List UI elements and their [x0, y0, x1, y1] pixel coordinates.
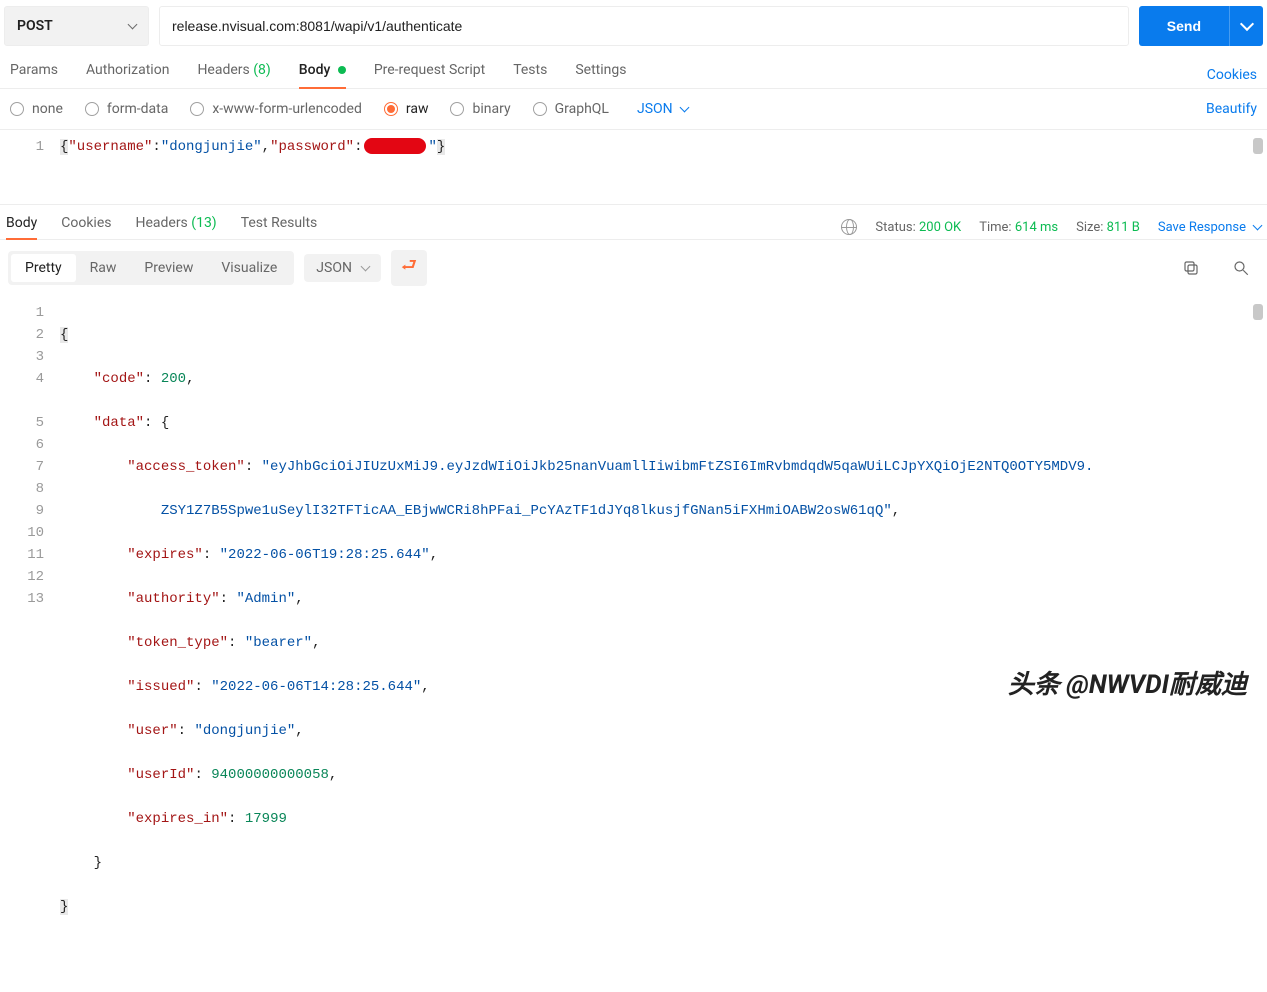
resp-tab-headers-label: Headers [135, 215, 187, 231]
chevron-down-icon [1239, 17, 1253, 31]
headers-count: (8) [253, 62, 271, 78]
chevron-down-icon [361, 262, 371, 272]
http-method-value: POST [17, 18, 53, 34]
cookies-link[interactable]: Cookies [1207, 67, 1257, 83]
tab-settings[interactable]: Settings [575, 62, 626, 88]
radio-form-data[interactable]: form-data [85, 101, 168, 117]
viewmode-preview[interactable]: Preview [130, 254, 207, 282]
status-label: Status: 200 OK [875, 220, 961, 235]
globe-icon[interactable] [841, 219, 857, 235]
scrollbar-indicator[interactable] [1253, 138, 1263, 154]
response-tabs: Body Cookies Headers (13) Test Results [6, 215, 317, 239]
response-tabs-row: Body Cookies Headers (13) Test Results S… [0, 205, 1267, 240]
time-value: 614 ms [1015, 220, 1058, 235]
copy-button[interactable] [1173, 250, 1209, 286]
response-format-select[interactable]: JSON [304, 254, 381, 282]
radio-icon [450, 102, 464, 116]
request-url-input[interactable] [159, 6, 1129, 46]
resp-tab-body[interactable]: Body [6, 215, 37, 239]
response-body-editor[interactable]: 12345678910111213 { "code": 200, "data":… [0, 296, 1267, 992]
response-gutter: 12345678910111213 [0, 302, 60, 962]
viewmode-pretty[interactable]: Pretty [11, 254, 76, 282]
request-bar: POST Send [0, 0, 1267, 52]
response-view-controls: Pretty Raw Preview Visualize JSON ⮐ [0, 240, 1267, 296]
resp-headers-count: (13) [191, 215, 216, 231]
radio-icon [190, 102, 204, 116]
size-label: Size: 811 B [1076, 220, 1140, 235]
chevron-down-icon [128, 20, 138, 30]
radio-icon [10, 102, 24, 116]
time-label: Time: 614 ms [979, 220, 1058, 235]
radio-graphql[interactable]: GraphQL [533, 101, 609, 117]
search-icon [1232, 259, 1250, 277]
line-number: 1 [0, 136, 44, 158]
tab-body-label: Body [299, 62, 331, 78]
resp-tab-headers[interactable]: Headers (13) [135, 215, 216, 239]
search-button[interactable] [1223, 250, 1259, 286]
save-response-button[interactable]: Save Response [1158, 220, 1261, 235]
redacted-password [364, 138, 426, 154]
request-body-editor[interactable]: 1 {"username":"dongjunjie","password":"} [0, 130, 1267, 205]
resp-tab-test-results[interactable]: Test Results [241, 215, 318, 239]
radio-urlencoded[interactable]: x-www-form-urlencoded [190, 101, 362, 117]
request-tabs: Params Authorization Headers (8) Body Pr… [10, 62, 626, 88]
send-more-button[interactable] [1229, 6, 1263, 46]
view-mode-group: Pretty Raw Preview Visualize [8, 251, 294, 285]
radio-binary[interactable]: binary [450, 101, 510, 117]
copy-icon [1182, 259, 1200, 277]
http-method-select[interactable]: POST [4, 6, 149, 46]
tab-tests[interactable]: Tests [513, 62, 547, 88]
body-format-select[interactable]: JSON [637, 101, 688, 117]
request-tabs-row: Params Authorization Headers (8) Body Pr… [0, 52, 1267, 89]
wrap-icon: ⮐ [401, 253, 417, 283]
body-type-row: none form-data x-www-form-urlencoded raw… [0, 89, 1267, 130]
status-value: 200 OK [919, 220, 961, 235]
viewmode-visualize[interactable]: Visualize [207, 254, 291, 282]
resp-tab-cookies[interactable]: Cookies [61, 215, 111, 239]
tab-body[interactable]: Body [299, 62, 346, 88]
response-meta: Status: 200 OK Time: 614 ms Size: 811 B … [841, 219, 1261, 235]
tab-headers[interactable]: Headers (8) [197, 62, 270, 88]
radio-icon [533, 102, 547, 116]
send-button-group: Send [1139, 6, 1263, 46]
tab-pre-request[interactable]: Pre-request Script [374, 62, 485, 88]
request-body-code[interactable]: {"username":"dongjunjie","password":"} [60, 136, 1267, 158]
response-format-label: JSON [316, 260, 352, 276]
body-type-radiogroup: none form-data x-www-form-urlencoded raw… [10, 101, 688, 117]
size-value: 811 B [1107, 220, 1140, 235]
beautify-link[interactable]: Beautify [1206, 101, 1257, 117]
tab-headers-label: Headers [197, 62, 249, 78]
tab-authorization[interactable]: Authorization [86, 62, 169, 88]
radio-icon [384, 102, 398, 116]
wrap-lines-button[interactable]: ⮐ [391, 250, 427, 286]
send-button[interactable]: Send [1139, 6, 1229, 46]
chevron-down-icon [1253, 221, 1263, 231]
radio-raw[interactable]: raw [384, 101, 429, 117]
body-format-label: JSON [637, 101, 673, 117]
response-body-code[interactable]: { "code": 200, "data": { "access_token":… [60, 302, 1267, 962]
radio-icon [85, 102, 99, 116]
scrollbar-indicator[interactable] [1253, 304, 1263, 320]
tab-params[interactable]: Params [10, 62, 58, 88]
radio-none[interactable]: none [10, 101, 63, 117]
body-modified-indicator [338, 66, 346, 74]
viewmode-raw[interactable]: Raw [76, 254, 131, 282]
chevron-down-icon [679, 103, 689, 113]
